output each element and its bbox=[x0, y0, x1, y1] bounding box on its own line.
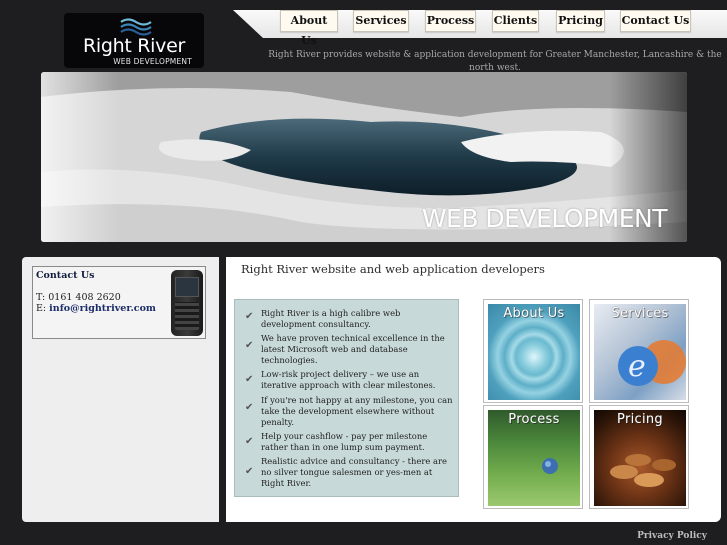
feature-item: Right River is a high calibre web develo… bbox=[261, 308, 401, 329]
nav-services[interactable]: Services bbox=[353, 10, 409, 32]
mobile-phone-icon bbox=[171, 270, 203, 336]
tile-pricing[interactable]: Pricing bbox=[589, 405, 689, 509]
ripple-image: About Us bbox=[488, 304, 580, 400]
contact-title: Contact Us bbox=[36, 270, 95, 281]
nav-clients[interactable]: Clients bbox=[492, 10, 539, 32]
browser-logos-image: e Services bbox=[594, 304, 686, 400]
coins-image: Pricing bbox=[594, 410, 686, 506]
phone-number: 0161 408 2620 bbox=[48, 292, 121, 303]
contact-email-row: E: info@rightriver.com bbox=[36, 303, 156, 314]
feature-item: Low-risk project delivery – we use an it… bbox=[261, 369, 436, 390]
tile-label: Services bbox=[611, 306, 669, 321]
hero-banner: WEB DEVELOPMENT bbox=[41, 72, 687, 242]
page-title: Right River website and web application … bbox=[241, 262, 545, 276]
tile-label: Pricing bbox=[617, 412, 663, 427]
logo-name: Right River bbox=[83, 35, 185, 57]
svg-text:e: e bbox=[628, 349, 646, 384]
phone-prefix: T: bbox=[36, 292, 46, 303]
banner-heading: WEB DEVELOPMENT bbox=[421, 204, 668, 233]
tile-label: Process bbox=[508, 412, 560, 427]
contact-box: Contact Us T: 0161 408 2620 E: info@righ… bbox=[32, 266, 206, 339]
waves-icon bbox=[120, 18, 152, 36]
sidebar: Contact Us T: 0161 408 2620 E: info@righ… bbox=[22, 257, 219, 522]
features-panel: ✔ Right River is a high calibre web deve… bbox=[234, 299, 459, 497]
feature-item: Realistic advice and consultancy - there… bbox=[261, 456, 447, 488]
privacy-policy-link[interactable]: Privacy Policy bbox=[637, 531, 707, 541]
check-icon: ✔ bbox=[245, 436, 254, 447]
tile-label: About Us bbox=[503, 306, 565, 321]
globe-on-grass-image: Process bbox=[488, 410, 580, 506]
feature-item: If you're not happy at any milestone, yo… bbox=[261, 395, 453, 427]
tile-process[interactable]: Process bbox=[483, 405, 583, 509]
nav-process[interactable]: Process bbox=[425, 10, 476, 32]
check-icon: ✔ bbox=[245, 340, 254, 351]
main-content: Right River website and web application … bbox=[226, 257, 721, 522]
contact-phone-row: T: 0161 408 2620 bbox=[36, 292, 121, 303]
tile-services[interactable]: e Services bbox=[589, 299, 689, 403]
email-link[interactable]: info@rightriver.com bbox=[49, 303, 156, 314]
check-icon: ✔ bbox=[245, 374, 254, 385]
nav-pricing[interactable]: Pricing bbox=[556, 10, 605, 32]
feature-item: We have proven technical excellence in t… bbox=[261, 333, 445, 365]
tile-about-us[interactable]: About Us bbox=[483, 299, 583, 403]
nav-contact-us[interactable]: Contact Us bbox=[620, 10, 691, 32]
check-icon: ✔ bbox=[245, 311, 254, 322]
check-icon: ✔ bbox=[245, 466, 254, 477]
check-icon: ✔ bbox=[245, 402, 254, 413]
feature-item: Help your cashflow - pay per milestone r… bbox=[261, 431, 428, 452]
logo[interactable]: Right River WEB DEVELOPMENT bbox=[64, 13, 204, 68]
email-prefix: E: bbox=[36, 303, 47, 314]
nav-about-us[interactable]: About Us bbox=[280, 10, 338, 47]
logo-subtitle: WEB DEVELOPMENT bbox=[113, 57, 192, 66]
